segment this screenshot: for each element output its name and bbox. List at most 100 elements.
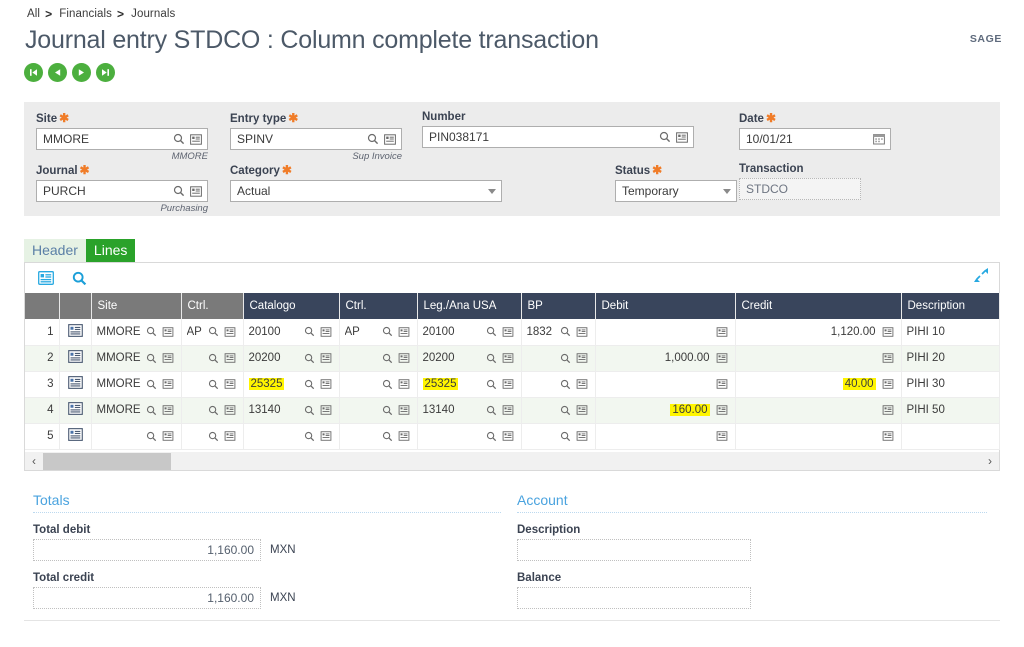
lookup-list-icon[interactable] xyxy=(714,327,730,337)
row-detail-icon[interactable] xyxy=(59,345,91,371)
lookup-list-icon[interactable] xyxy=(714,431,730,441)
search-icon[interactable] xyxy=(656,131,673,143)
cell-credit[interactable] xyxy=(735,423,901,449)
lookup-list-icon[interactable] xyxy=(381,134,398,145)
search-icon[interactable] xyxy=(364,133,381,145)
cell-catalogo[interactable]: 20200 xyxy=(243,345,339,371)
site-input[interactable]: MMORE xyxy=(36,128,208,150)
lookup-list-icon[interactable] xyxy=(187,186,204,197)
search-icon[interactable] xyxy=(380,405,396,416)
cell-ctrl-2[interactable] xyxy=(339,371,417,397)
search-icon[interactable] xyxy=(558,326,574,337)
lookup-list-icon[interactable] xyxy=(574,353,590,363)
search-icon[interactable] xyxy=(302,353,318,364)
col-rownum[interactable] xyxy=(25,293,59,319)
cell-debit[interactable]: 160.00 xyxy=(595,397,735,423)
table-row[interactable]: 3MMORE253252532540.00PIHI 30 xyxy=(25,371,999,397)
lookup-list-icon[interactable] xyxy=(222,405,238,415)
cell-bp[interactable] xyxy=(521,423,595,449)
cell-debit[interactable] xyxy=(595,371,735,397)
col-rowmenu[interactable] xyxy=(59,293,91,319)
cell-leg-ana-usa[interactable]: 13140 xyxy=(417,397,521,423)
breadcrumb-item-journals[interactable]: Journals xyxy=(131,8,175,20)
cell-debit[interactable] xyxy=(595,423,735,449)
lookup-list-icon[interactable] xyxy=(396,405,412,415)
cell-catalogo[interactable]: 25325 xyxy=(243,371,339,397)
expand-icon[interactable] xyxy=(973,267,989,288)
entry-type-input[interactable]: SPINV xyxy=(230,128,402,150)
cell-leg-ana-usa[interactable]: 20100 xyxy=(417,319,521,345)
table-row[interactable]: 1MMOREAP20100AP2010018321,120.00PIHI 10 xyxy=(25,319,999,345)
search-icon[interactable] xyxy=(302,326,318,337)
lookup-list-icon[interactable] xyxy=(500,327,516,337)
lookup-list-icon[interactable] xyxy=(880,405,896,415)
cell-description[interactable]: PIHI 10 xyxy=(901,319,999,345)
cell-credit[interactable] xyxy=(735,345,901,371)
row-detail-icon[interactable] xyxy=(59,423,91,449)
scroll-left-arrow[interactable]: ‹ xyxy=(25,455,43,467)
tab-header[interactable]: Header xyxy=(24,239,86,262)
cell-description[interactable]: PIHI 30 xyxy=(901,371,999,397)
cell-ctrl-1[interactable] xyxy=(181,423,243,449)
col-catalogo[interactable]: Catalogo xyxy=(243,293,339,319)
calendar-icon[interactable] xyxy=(870,133,887,145)
last-record-button[interactable] xyxy=(96,63,115,82)
search-icon[interactable] xyxy=(558,353,574,364)
search-icon[interactable] xyxy=(484,379,500,390)
search-icon[interactable] xyxy=(302,379,318,390)
lookup-list-icon[interactable] xyxy=(880,379,896,389)
cell-site[interactable]: MMORE xyxy=(91,345,181,371)
cell-bp[interactable] xyxy=(521,371,595,397)
cell-description[interactable] xyxy=(901,423,999,449)
status-select[interactable]: Temporary xyxy=(615,180,737,202)
lookup-list-icon[interactable] xyxy=(500,353,516,363)
cell-debit[interactable]: 1,000.00 xyxy=(595,345,735,371)
cell-ctrl-1[interactable]: AP xyxy=(181,319,243,345)
scrollbar-track[interactable] xyxy=(43,453,981,470)
row-detail-icon[interactable] xyxy=(59,397,91,423)
previous-record-button[interactable] xyxy=(48,63,67,82)
row-detail-icon[interactable] xyxy=(59,319,91,345)
lookup-list-icon[interactable] xyxy=(574,327,590,337)
tab-lines[interactable]: Lines xyxy=(86,239,135,262)
search-icon[interactable] xyxy=(302,431,318,442)
search-icon[interactable] xyxy=(484,431,500,442)
search-icon[interactable] xyxy=(380,353,396,364)
lookup-list-icon[interactable] xyxy=(187,134,204,145)
table-row[interactable]: 5 xyxy=(25,423,999,449)
lookup-list-icon[interactable] xyxy=(500,405,516,415)
cell-description[interactable]: PIHI 20 xyxy=(901,345,999,371)
form-view-icon[interactable] xyxy=(38,271,54,285)
search-icon[interactable] xyxy=(144,405,160,416)
cell-ctrl-1[interactable] xyxy=(181,371,243,397)
search-icon[interactable] xyxy=(484,326,500,337)
search-icon[interactable] xyxy=(484,405,500,416)
search-icon[interactable] xyxy=(206,431,222,442)
search-icon[interactable] xyxy=(206,353,222,364)
cell-leg-ana-usa[interactable]: 20200 xyxy=(417,345,521,371)
lookup-list-icon[interactable] xyxy=(160,405,176,415)
search-icon[interactable] xyxy=(206,326,222,337)
number-input[interactable]: PIN038171 xyxy=(422,126,694,148)
lookup-list-icon[interactable] xyxy=(222,327,238,337)
row-detail-icon[interactable] xyxy=(59,371,91,397)
lookup-list-icon[interactable] xyxy=(396,379,412,389)
cell-ctrl-1[interactable] xyxy=(181,397,243,423)
cell-description[interactable]: PIHI 50 xyxy=(901,397,999,423)
lookup-list-icon[interactable] xyxy=(500,379,516,389)
lookup-list-icon[interactable] xyxy=(880,353,896,363)
scroll-right-arrow[interactable]: › xyxy=(981,455,999,467)
cell-ctrl-2[interactable] xyxy=(339,397,417,423)
lookup-list-icon[interactable] xyxy=(160,327,176,337)
lookup-list-icon[interactable] xyxy=(318,327,334,337)
grid-horizontal-scrollbar[interactable]: ‹ › xyxy=(24,452,1000,471)
lookup-list-icon[interactable] xyxy=(222,379,238,389)
breadcrumb-item-financials[interactable]: Financials xyxy=(59,8,112,20)
table-row[interactable]: 4MMORE1314013140160.00PIHI 50 xyxy=(25,397,999,423)
search-icon[interactable] xyxy=(206,379,222,390)
lookup-list-icon[interactable] xyxy=(318,431,334,441)
cell-ctrl-2[interactable] xyxy=(339,423,417,449)
lookup-list-icon[interactable] xyxy=(318,379,334,389)
col-ctrl-1[interactable]: Ctrl. xyxy=(181,293,243,319)
next-record-button[interactable] xyxy=(72,63,91,82)
